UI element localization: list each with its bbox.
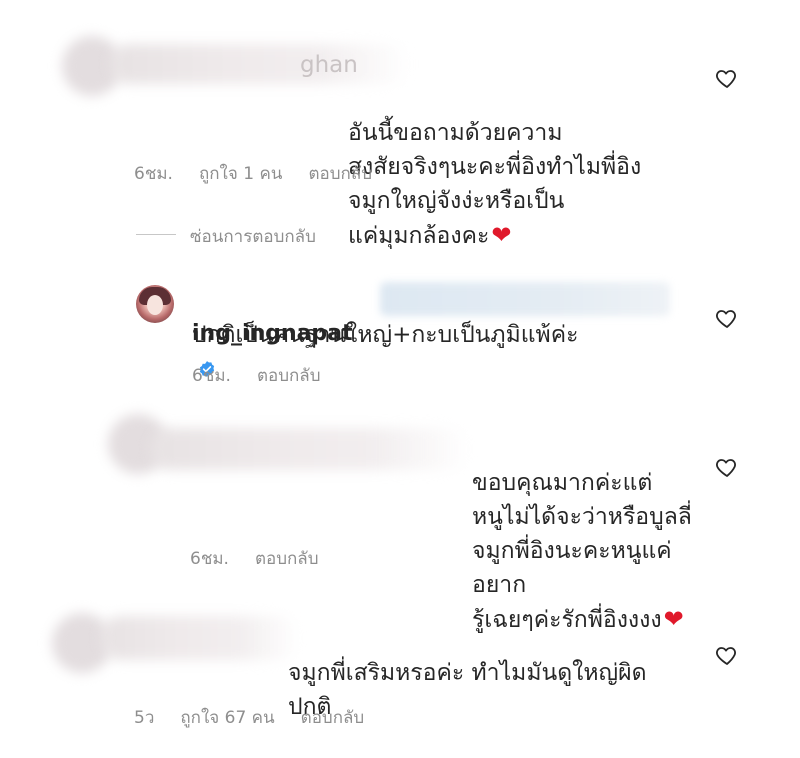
likes-count[interactable]: ถูกใจ 1 คน <box>199 160 282 187</box>
reply-button[interactable]: ตอบกลับ <box>255 545 319 572</box>
comment-time: 6ชม. <box>190 549 229 569</box>
reply-meta: 6ชม. ตอบกลับ <box>192 362 347 389</box>
comment-meta: 5ว ถูกใจ 67 คน ตอบกลับ <box>134 704 390 731</box>
comment-time: 5ว <box>134 708 155 728</box>
username-fragment: ghan <box>300 52 358 78</box>
hide-replies-line <box>136 234 176 235</box>
reply-button[interactable]: ตอบกลับ <box>301 704 365 731</box>
comment-text: จมูกพี่เสริมหรอค่ะ ทำไมมันดูใหญ่ผิด ปกติ <box>134 622 694 758</box>
red-heart-emoji: ❤ <box>491 221 512 249</box>
comment-meta: 6ชม. ตอบกลับ <box>190 545 345 572</box>
like-heart-icon[interactable] <box>714 306 740 330</box>
likes-count[interactable]: ถูกใจ 67 คน <box>180 704 274 731</box>
blurred-mention <box>380 282 670 316</box>
comment-meta: 6ชม. ถูกใจ 1 คน ตอบกลับ <box>134 160 398 187</box>
hide-replies-button[interactable]: ซ่อนการตอบกลับ <box>190 223 316 250</box>
like-heart-icon[interactable] <box>714 455 740 479</box>
like-heart-icon[interactable] <box>714 643 740 667</box>
reply-time: 6ชม. <box>192 366 231 386</box>
like-heart-icon[interactable] <box>714 66 740 90</box>
reply-button[interactable]: ตอบกลับ <box>308 160 372 187</box>
avatar <box>136 285 174 323</box>
reply-reply-button[interactable]: ตอบกลับ <box>257 362 321 389</box>
comment-time: 6ชม. <box>134 164 173 184</box>
reply-text: ปกติเป็นคนฐานใหญ่+กะบเป็นภูมิแพ้ค่ะ <box>192 322 579 348</box>
